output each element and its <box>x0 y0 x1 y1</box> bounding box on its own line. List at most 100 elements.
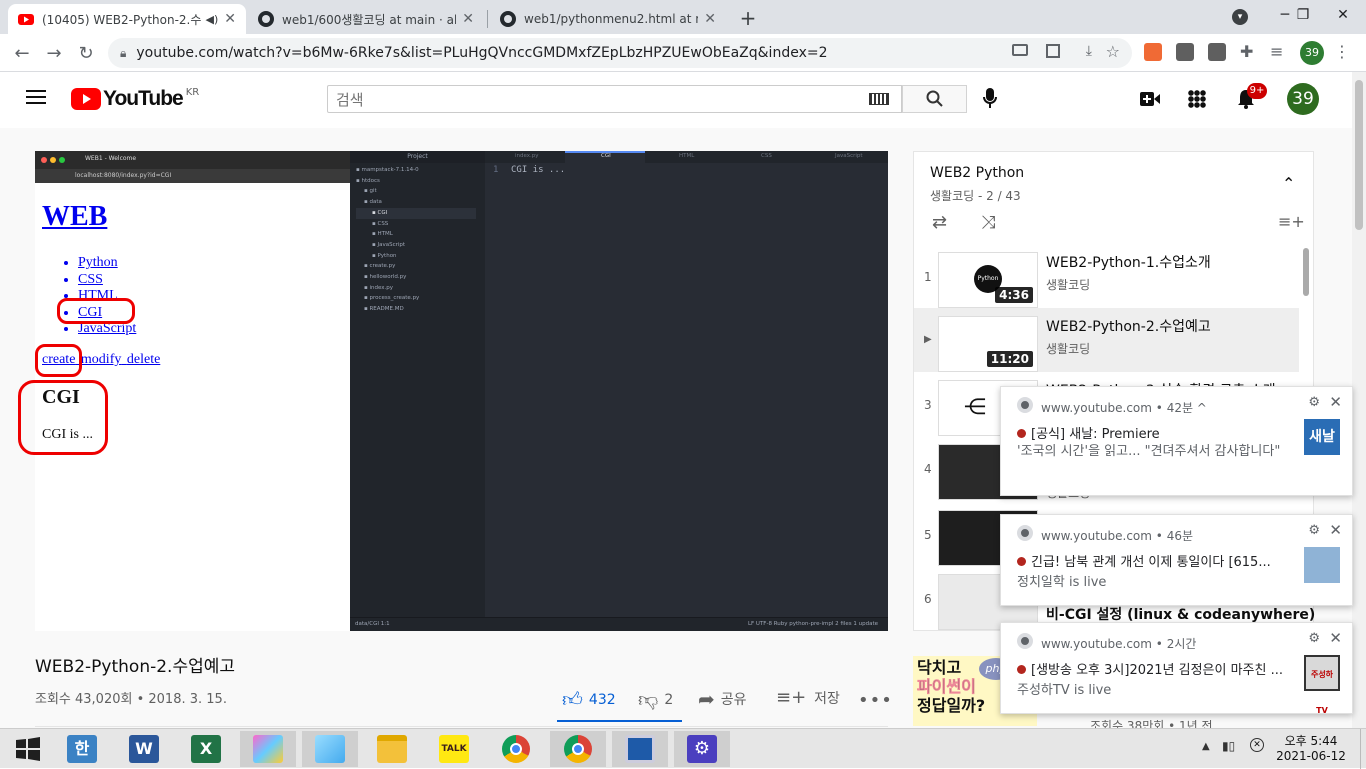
close-icon[interactable]: ✕ <box>1329 393 1342 411</box>
hamburger-menu-icon[interactable] <box>26 90 46 104</box>
excel-app-icon[interactable]: X <box>178 731 234 767</box>
tab-github-2[interactable]: web1/pythonmenu2.html at ma ✕ <box>490 4 726 34</box>
search-icon <box>926 90 943 107</box>
project-tree-item: ▪ git <box>364 188 377 195</box>
clock[interactable]: 오후 5:44 2021-06-12 <box>1276 732 1346 763</box>
extensions-puzzle-icon[interactable]: ✚ <box>1240 42 1253 61</box>
notification-title: 긴급! 남북 관계 개선 이제 통일이다 [615... <box>1017 551 1271 570</box>
shuffle-icon[interactable]: ⤨ <box>981 212 995 233</box>
more-menu-icon[interactable]: ⋮ <box>1334 42 1350 61</box>
close-window-button[interactable]: ✕ <box>1320 0 1366 30</box>
playlist-item-channel: 생활코딩 <box>1046 278 1091 292</box>
playlist-item-index: 3 <box>924 398 932 412</box>
windows-start-icon[interactable] <box>0 731 56 767</box>
show-desktop-button[interactable] <box>1360 729 1366 769</box>
notification-card[interactable]: www.youtube.com • 2시간 ⚙ ✕ [생방송 오후 3시]202… <box>1000 622 1353 715</box>
notification-card[interactable]: www.youtube.com • 42분 ^ ⚙ ✕ [공식] 새날: Pre… <box>1000 386 1353 496</box>
voice-search-mic-icon[interactable] <box>982 86 998 114</box>
create-video-icon[interactable] <box>1140 92 1160 110</box>
playlist-scrollbar[interactable] <box>1303 248 1309 296</box>
notification-card[interactable]: www.youtube.com • 46분 ⚙ ✕ 긴급! 남북 관계 개선 이… <box>1000 514 1353 606</box>
back-arrow-icon[interactable]: ← <box>8 39 36 67</box>
editor-code: CGI is ... <box>511 165 566 175</box>
gear-icon[interactable]: ⚙ <box>1308 523 1320 538</box>
collapse-chevron-icon[interactable]: ⌃ <box>1282 174 1295 193</box>
apps-grid-icon[interactable] <box>1188 90 1206 108</box>
remote-desktop-icon[interactable] <box>612 731 668 767</box>
scrollbar-thumb[interactable] <box>1355 80 1363 230</box>
more-actions-icon[interactable]: ••• <box>858 690 893 711</box>
reload-icon[interactable]: ↻ <box>72 39 100 67</box>
mac-max-dot <box>59 157 65 163</box>
settings-app-icon[interactable]: ⚙ <box>674 731 730 767</box>
close-icon[interactable]: ✕ <box>1329 629 1342 647</box>
network-off-icon[interactable]: ✕ <box>1250 738 1264 752</box>
notification-image <box>1304 547 1340 583</box>
chrome-active-app-icon[interactable] <box>550 731 606 767</box>
dislike-button[interactable]: 👎︎ 2 <box>638 687 673 712</box>
search-button[interactable] <box>902 85 967 113</box>
notification-body: '조국의 시간'을 읽고... "견뎌주셔서 감사합니다" <box>1017 444 1281 459</box>
playlist-subtitle: 생활코딩 - 2 / 43 <box>930 189 1021 203</box>
page-scrollbar[interactable] <box>1352 72 1366 728</box>
forward-arrow-icon[interactable]: → <box>40 39 68 67</box>
video-thumbnail: Python 4:36 <box>938 252 1038 308</box>
tray-chevron-icon[interactable]: ▲ <box>1202 741 1210 752</box>
extension-gray-icon[interactable] <box>1208 43 1226 61</box>
tab-github-1[interactable]: web1/600생활코딩 at main · ah ✕ <box>248 4 484 34</box>
battery-icon[interactable]: ▮▯ <box>1222 739 1235 753</box>
gear-icon[interactable]: ⚙ <box>1308 395 1320 410</box>
kakaotalk-app-icon[interactable]: TALK <box>426 731 482 767</box>
extension-gray-icon[interactable] <box>1176 43 1194 61</box>
playlist-item[interactable]: 1 Python 4:36 WEB2-Python-1.수업소개 생활코딩 <box>914 244 1299 308</box>
screen-menu-list: Python CSS HTML CGI JavaScript <box>60 255 136 338</box>
search-input[interactable]: 검색 <box>327 85 902 113</box>
notification-count-badge: 9+ <box>1247 83 1267 99</box>
gear-icon[interactable]: ⚙ <box>1308 631 1320 646</box>
tab-youtube[interactable]: (10405) WEB2-Python-2.수업 ◀) ✕ <box>8 4 246 34</box>
file-explorer-icon[interactable] <box>364 731 420 767</box>
tab-title: (10405) WEB2-Python-2.수업 <box>42 12 202 27</box>
paint-app-icon[interactable] <box>240 731 296 767</box>
new-tab-button[interactable]: + <box>736 6 760 30</box>
like-button[interactable]: 👍︎ 432 <box>562 687 616 712</box>
chrome-icon <box>1017 633 1033 649</box>
dislike-count: 2 <box>664 691 674 708</box>
close-icon[interactable]: ✕ <box>224 11 236 27</box>
save-button[interactable]: ≡+ 저장 <box>776 687 840 708</box>
highlight-circle <box>18 380 108 455</box>
playlist-item-current[interactable]: ▶ 11:20 WEB2-Python-2.수업예고 생활코딩 <box>914 308 1299 372</box>
extension-orange-icon[interactable] <box>1144 43 1162 61</box>
qr-icon[interactable] <box>1046 44 1060 58</box>
project-tree-item: ▪ index.py <box>364 284 394 291</box>
avatar[interactable]: 39 <box>1287 83 1319 115</box>
playlist-title[interactable]: WEB2 Python <box>930 165 1024 181</box>
notepad-app-icon[interactable] <box>302 731 358 767</box>
duration-badge: 4:36 <box>995 287 1033 303</box>
close-icon[interactable]: ✕ <box>462 11 474 27</box>
install-icon[interactable]: ⤓ <box>1086 43 1092 59</box>
loop-icon[interactable]: ⇄ <box>932 212 947 233</box>
word-app-icon[interactable]: W <box>116 731 172 767</box>
project-tree-item: ▪ helloworld.py <box>364 274 407 281</box>
address-bar[interactable]: 🔒︎ youtube.com/watch?v=b6Mw-6Rke7s&list=… <box>108 38 1132 68</box>
cast-icon[interactable] <box>1012 44 1028 56</box>
youtube-logo[interactable]: YouTube KR <box>71 87 199 111</box>
tab-search-icon[interactable]: ▾ <box>1232 9 1248 25</box>
share-button[interactable]: ➦ 공유 <box>698 687 747 711</box>
playlist-item-index: 1 <box>924 270 932 284</box>
close-icon[interactable]: ✕ <box>704 11 716 27</box>
notification-title: [공식] 새날: Premiere <box>1017 423 1160 442</box>
project-file-list: ▪ mampstack-7.1.14-0 ▪ htdocs ▪ git ▪ data ▪… <box>356 165 476 315</box>
media-control-icon[interactable]: ≡ <box>1270 42 1283 61</box>
profile-avatar[interactable]: 39 <box>1300 41 1324 65</box>
bookmark-star-icon[interactable]: ☆ <box>1106 42 1120 61</box>
thumb-line: 닥치고 <box>917 658 962 677</box>
now-playing-icon: ▶ <box>924 334 932 345</box>
playlist-save-icon[interactable]: ≡+ <box>1278 212 1305 231</box>
hangul-app-icon[interactable]: 한 <box>54 731 110 767</box>
close-icon[interactable]: ✕ <box>1329 521 1342 539</box>
keyboard-icon[interactable] <box>869 93 889 105</box>
chrome-app-icon[interactable] <box>488 731 544 767</box>
video-player[interactable]: WEB1 - Welcome localhost:8080/index.py?i… <box>18 151 888 631</box>
